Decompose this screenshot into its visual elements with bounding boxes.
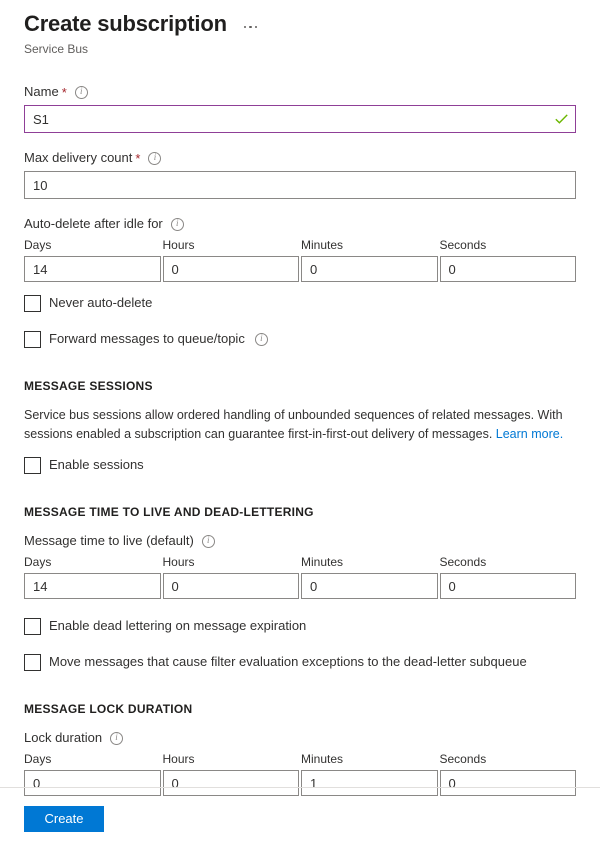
lock-seconds-input[interactable] <box>440 770 577 796</box>
required-marker: * <box>135 152 140 165</box>
lock-duration-label: Lock duration <box>24 729 102 747</box>
lock-minutes-input[interactable] <box>301 770 438 796</box>
duration-label-hours: Hours <box>163 554 300 570</box>
ellipsis-icon[interactable] <box>241 17 261 37</box>
auto-delete-duration-grid: Days Hours Minutes Seconds <box>24 237 576 282</box>
duration-label-seconds: Seconds <box>440 237 577 253</box>
ellipsis-dot <box>244 26 247 29</box>
checkbox-box[interactable] <box>24 654 41 671</box>
field-lock-duration: Lock duration i Days Hours Minutes Secon… <box>24 729 576 796</box>
ttl-seconds-input[interactable] <box>440 573 577 599</box>
duration-label-hours: Hours <box>163 237 300 253</box>
checkbox-enable-sessions[interactable]: Enable sessions <box>24 456 576 474</box>
duration-label-seconds: Seconds <box>440 554 577 570</box>
duration-field-seconds: Seconds <box>440 554 577 599</box>
duration-field-days: Days <box>24 237 161 282</box>
checkbox-never-auto-delete[interactable]: Never auto-delete <box>24 294 576 312</box>
duration-label-minutes: Minutes <box>301 554 438 570</box>
info-icon[interactable]: i <box>110 732 123 745</box>
name-label: Name <box>24 83 59 101</box>
info-icon[interactable]: i <box>148 152 161 165</box>
footer: Create <box>24 806 104 832</box>
ttl-days-input[interactable] <box>24 573 161 599</box>
field-auto-delete: Auto-delete after idle for i Days Hours … <box>24 215 576 312</box>
section-description-text: Service bus sessions allow ordered handl… <box>24 408 563 441</box>
duration-field-days: Days <box>24 554 161 599</box>
blade-header: Create subscription Service Bus <box>0 0 600 57</box>
duration-field-hours: Hours <box>163 554 300 599</box>
field-max-delivery-count: Max delivery count * i <box>24 149 576 199</box>
page-subtitle: Service Bus <box>24 41 576 57</box>
checkbox-forward-messages[interactable]: Forward messages to queue/topic i <box>24 330 576 348</box>
max-delivery-count-input-wrap <box>24 171 576 199</box>
title-row: Create subscription <box>24 10 576 38</box>
ellipsis-dot <box>249 26 252 29</box>
info-icon[interactable]: i <box>75 86 88 99</box>
auto-delete-label: Auto-delete after idle for <box>24 215 163 233</box>
section-heading-message-sessions: MESSAGE SESSIONS <box>24 378 576 394</box>
required-marker: * <box>62 86 67 99</box>
lock-hours-input[interactable] <box>163 770 300 796</box>
duration-field-hours: Hours <box>163 237 300 282</box>
auto-delete-label-row: Auto-delete after idle for i <box>24 215 576 233</box>
checkbox-enable-dead-lettering[interactable]: Enable dead lettering on message expirat… <box>24 617 576 635</box>
auto-delete-minutes-input[interactable] <box>301 256 438 282</box>
duration-label-days: Days <box>24 751 161 767</box>
footer-divider <box>0 787 600 788</box>
ttl-label-row: Message time to live (default) i <box>24 532 576 550</box>
checkbox-label: Never auto-delete <box>49 294 152 312</box>
ttl-duration-grid: Days Hours Minutes Seconds <box>24 554 576 599</box>
duration-label-minutes: Minutes <box>301 751 438 767</box>
lock-duration-grid: Days Hours Minutes Seconds <box>24 751 576 796</box>
info-icon[interactable]: i <box>171 218 184 231</box>
auto-delete-days-input[interactable] <box>24 256 161 282</box>
duration-field-minutes: Minutes <box>301 554 438 599</box>
name-input[interactable] <box>24 105 576 133</box>
duration-field-hours: Hours <box>163 751 300 796</box>
duration-label-seconds: Seconds <box>440 751 577 767</box>
duration-field-minutes: Minutes <box>301 751 438 796</box>
duration-label-days: Days <box>24 554 161 570</box>
duration-label-minutes: Minutes <box>301 237 438 253</box>
max-delivery-count-label-row: Max delivery count * i <box>24 149 576 167</box>
checkbox-label: Enable sessions <box>49 456 144 474</box>
learn-more-link[interactable]: Learn more. <box>496 427 563 441</box>
lock-duration-label-row: Lock duration i <box>24 729 576 747</box>
section-heading-ttl-dead-lettering: MESSAGE TIME TO LIVE AND DEAD-LETTERING <box>24 504 576 520</box>
ttl-minutes-input[interactable] <box>301 573 438 599</box>
name-label-row: Name * i <box>24 83 576 101</box>
create-button[interactable]: Create <box>24 806 104 832</box>
max-delivery-count-input[interactable] <box>24 171 576 199</box>
duration-field-days: Days <box>24 751 161 796</box>
ttl-label: Message time to live (default) <box>24 532 194 550</box>
checkbox-label: Move messages that cause filter evaluati… <box>49 653 527 671</box>
ttl-hours-input[interactable] <box>163 573 300 599</box>
duration-label-hours: Hours <box>163 751 300 767</box>
info-icon[interactable]: i <box>255 333 268 346</box>
form-body: Name * i Max delivery count * i Auto-del… <box>0 83 600 796</box>
info-icon[interactable]: i <box>202 535 215 548</box>
lock-days-input[interactable] <box>24 770 161 796</box>
checkbox-box[interactable] <box>24 618 41 635</box>
auto-delete-hours-input[interactable] <box>163 256 300 282</box>
section-description-message-sessions: Service bus sessions allow ordered handl… <box>24 406 576 444</box>
checkbox-box[interactable] <box>24 295 41 312</box>
duration-field-seconds: Seconds <box>440 237 577 282</box>
field-name: Name * i <box>24 83 576 133</box>
name-input-wrap <box>24 105 576 133</box>
page-title: Create subscription <box>24 10 227 38</box>
section-heading-lock-duration: MESSAGE LOCK DURATION <box>24 701 576 717</box>
checkbox-move-filter-exceptions[interactable]: Move messages that cause filter evaluati… <box>24 653 576 671</box>
duration-field-seconds: Seconds <box>440 751 577 796</box>
checkbox-box[interactable] <box>24 331 41 348</box>
max-delivery-count-label: Max delivery count <box>24 149 132 167</box>
duration-field-minutes: Minutes <box>301 237 438 282</box>
auto-delete-seconds-input[interactable] <box>440 256 577 282</box>
field-message-ttl: Message time to live (default) i Days Ho… <box>24 532 576 599</box>
checkbox-box[interactable] <box>24 457 41 474</box>
checkbox-label: Forward messages to queue/topic <box>49 330 245 348</box>
ellipsis-dot <box>255 26 258 29</box>
duration-label-days: Days <box>24 237 161 253</box>
checkbox-label: Enable dead lettering on message expirat… <box>49 617 306 635</box>
